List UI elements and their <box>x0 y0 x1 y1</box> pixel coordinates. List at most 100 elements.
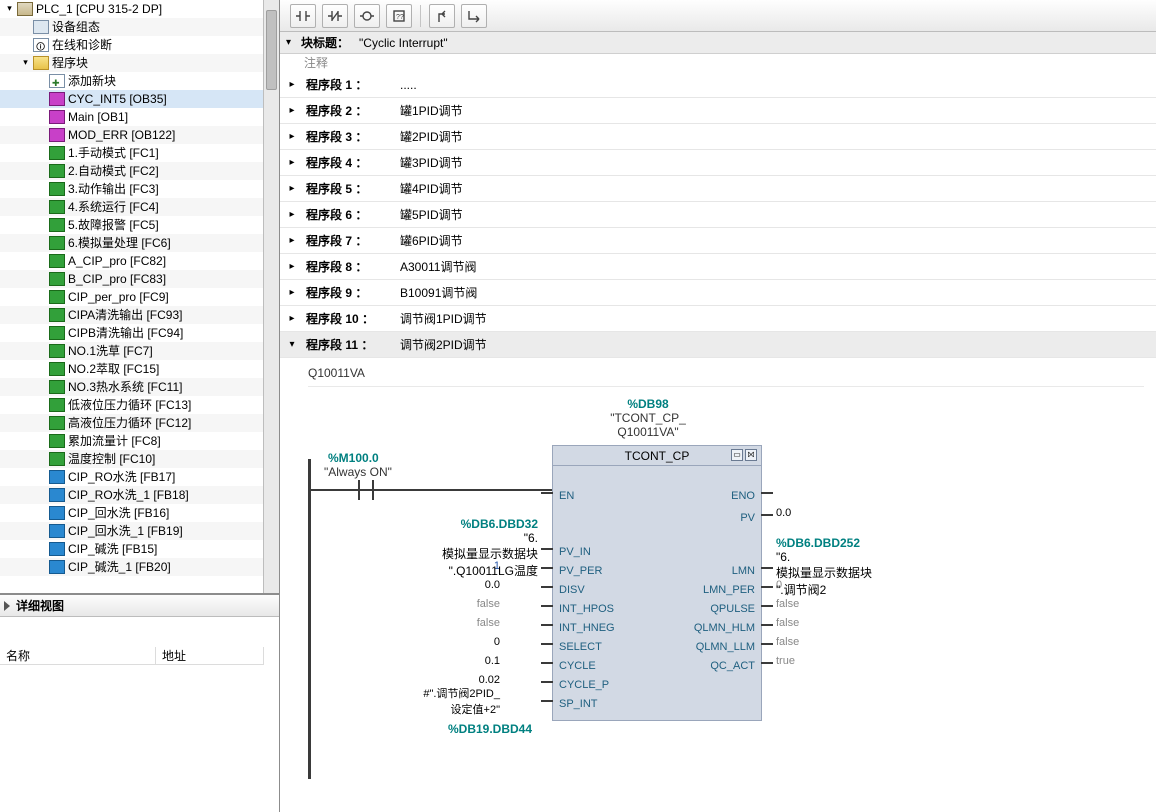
network-header[interactable]: ▸程序段 8 ：A30011调节阀 <box>280 254 1156 280</box>
tree-block-item[interactable]: 1.手动模式 [FC1] <box>0 144 264 162</box>
tree-scrollbar[interactable] <box>263 0 279 593</box>
tree-program-blocks[interactable]: 程序块 <box>0 54 264 72</box>
chart-icon[interactable]: ▭ <box>731 449 743 461</box>
detail-col-addr[interactable]: 地址 <box>156 647 264 665</box>
tree-block-item[interactable]: 5.故障报警 [FC5] <box>0 216 264 234</box>
block-comment[interactable]: 注释 <box>280 54 1156 72</box>
fb-pin-value[interactable]: 0 <box>380 636 500 648</box>
tree-block-item[interactable]: CIPB清洗输出 [FC94] <box>0 324 264 342</box>
tree-block-item[interactable]: CIP_碱洗 [FB15] <box>0 540 264 558</box>
tree-block-item[interactable]: 2.自动模式 [FC2] <box>0 162 264 180</box>
close-branch-button[interactable] <box>461 4 487 28</box>
no-contact[interactable] <box>348 480 384 500</box>
network-title[interactable]: 罐6PID调节 <box>400 232 463 249</box>
network-header[interactable]: ▸程序段 3 ：罐2PID调节 <box>280 124 1156 150</box>
caret-right-icon[interactable]: ▸ <box>286 79 298 90</box>
fc-icon <box>49 308 65 322</box>
fb-pin-value[interactable]: 0.1 <box>380 655 500 667</box>
tree-block-item[interactable]: 低液位压力循环 [FC13] <box>0 396 264 414</box>
network-header[interactable]: ▸程序段 7 ：罐6PID调节 <box>280 228 1156 254</box>
fc-icon <box>49 326 65 340</box>
tree-block-item[interactable]: 累加流量计 [FC8] <box>0 432 264 450</box>
insert-nc-contact-button[interactable] <box>322 4 348 28</box>
network-title[interactable]: 罐2PID调节 <box>400 128 463 145</box>
tree-block-item[interactable]: CIP_回水洗_1 [FB19] <box>0 522 264 540</box>
caret-right-icon[interactable]: ▸ <box>286 105 298 116</box>
tree-block-item[interactable]: 6.模拟量处理 [FC6] <box>0 234 264 252</box>
caret-right-icon[interactable]: ▸ <box>286 183 298 194</box>
detail-view-body: 名称 地址 <box>0 617 279 812</box>
tree-block-item[interactable]: CIP_per_pro [FC9] <box>0 288 264 306</box>
expand-icon[interactable] <box>20 58 31 69</box>
caret-right-icon[interactable]: ▸ <box>286 131 298 142</box>
caret-down-icon[interactable]: ▾ <box>286 339 298 350</box>
block-title-row[interactable]: ▾ 块标题： "Cyclic Interrupt" <box>280 32 1156 54</box>
insert-no-contact-button[interactable] <box>290 4 316 28</box>
block-title-value[interactable]: "Cyclic Interrupt" <box>359 36 448 50</box>
network-title[interactable]: 罐1PID调节 <box>400 102 463 119</box>
fb-pin-value[interactable]: false <box>776 617 916 629</box>
network-title[interactable]: 罐3PID调节 <box>400 154 463 171</box>
tree-block-item[interactable]: Main [OB1] <box>0 108 264 126</box>
insert-coil-button[interactable] <box>354 4 380 28</box>
network-title[interactable]: 罐5PID调节 <box>400 206 463 223</box>
network-title[interactable]: 调节阀2PID调节 <box>400 336 487 353</box>
caret-right-icon[interactable]: ▸ <box>286 261 298 272</box>
caret-right-icon[interactable]: ▸ <box>286 313 298 324</box>
tree-add-new-block[interactable]: 添加新块 <box>0 72 264 90</box>
tree-device-config[interactable]: 设备组态 <box>0 18 264 36</box>
fb-pin-value[interactable]: 0.0 <box>776 507 916 519</box>
tree-block-item[interactable]: CIPA清洗输出 [FC93] <box>0 306 264 324</box>
fb-pin-value[interactable]: false <box>380 617 500 629</box>
network-header[interactable]: ▸程序段 1 ：..... <box>280 72 1156 98</box>
network-header[interactable]: ▸程序段 10 ：调节阀1PID调节 <box>280 306 1156 332</box>
tree-block-item[interactable]: CIP_RO水洗_1 [FB18] <box>0 486 264 504</box>
network-header[interactable]: ▸程序段 9 ：B10091调节阀 <box>280 280 1156 306</box>
tree-block-item[interactable]: 温度控制 [FC10] <box>0 450 264 468</box>
fb-pin-value[interactable]: true <box>776 655 916 667</box>
network-title[interactable]: A30011调节阀 <box>400 258 476 275</box>
insert-box-button[interactable]: ?? <box>386 4 412 28</box>
fb-pin-right: QPULSE <box>710 603 755 615</box>
network-header[interactable]: ▸程序段 5 ：罐4PID调节 <box>280 176 1156 202</box>
network-title[interactable]: ..... <box>400 78 417 92</box>
tree-block-item[interactable]: CIP_回水洗 [FB16] <box>0 504 264 522</box>
tree-block-item[interactable]: 3.动作输出 [FC3] <box>0 180 264 198</box>
tree-block-item[interactable]: 高液位压力循环 [FC12] <box>0 414 264 432</box>
expand-icon[interactable] <box>4 4 15 15</box>
fb-pin-value[interactable]: #".调节阀2PID_设定值+2" <box>380 685 500 717</box>
network-header[interactable]: ▸程序段 2 ：罐1PID调节 <box>280 98 1156 124</box>
tree-block-item[interactable]: 4.系统运行 [FC4] <box>0 198 264 216</box>
tree-block-item[interactable]: A_CIP_pro [FC82] <box>0 252 264 270</box>
detail-view-header[interactable]: 详细视图 <box>0 595 279 617</box>
tree-block-item[interactable]: NO.2萃取 [FC15] <box>0 360 264 378</box>
fb-pin-value[interactable]: false <box>380 598 500 610</box>
fb-box[interactable]: TCONT_CP▭⨝ENPV_INPV_PERDISVINT_HPOSINT_H… <box>552 445 762 721</box>
tree-block-item[interactable]: NO.3热水系统 [FC11] <box>0 378 264 396</box>
caret-right-icon[interactable]: ▸ <box>286 287 298 298</box>
binoculars-icon[interactable]: ⨝ <box>745 449 757 461</box>
caret-right-icon[interactable]: ▸ <box>286 235 298 246</box>
network-header[interactable]: ▸程序段 4 ：罐3PID调节 <box>280 150 1156 176</box>
open-branch-button[interactable] <box>429 4 455 28</box>
tree-block-item[interactable]: NO.1洗草 [FC7] <box>0 342 264 360</box>
fb-pin-left: SP_INT <box>559 698 598 710</box>
tree-block-item[interactable]: CIP_碱洗_1 [FB20] <box>0 558 264 576</box>
tree-plc-root[interactable]: PLC_1 [CPU 315-2 DP] <box>0 0 264 18</box>
caret-right-icon[interactable]: ▸ <box>286 157 298 168</box>
fb-pin-value[interactable]: false <box>776 636 916 648</box>
tree-block-item[interactable]: CYC_INT5 [OB35] <box>0 90 264 108</box>
tree-block-item[interactable]: MOD_ERR [OB122] <box>0 126 264 144</box>
tree-block-item[interactable]: CIP_RO水洗 [FB17] <box>0 468 264 486</box>
fb-pin-value[interactable]: false <box>776 598 916 610</box>
tree-online-diag[interactable]: 在线和诊断 <box>0 36 264 54</box>
tree-block-item[interactable]: B_CIP_pro [FC83] <box>0 270 264 288</box>
network-title[interactable]: 调节阀1PID调节 <box>400 310 487 327</box>
caret-right-icon[interactable]: ▸ <box>286 209 298 220</box>
network-header[interactable]: ▾程序段 11 ：调节阀2PID调节 <box>280 332 1156 358</box>
detail-col-name[interactable]: 名称 <box>0 647 156 665</box>
fb-pin-value[interactable]: 0.0 <box>380 579 500 591</box>
network-header[interactable]: ▸程序段 6 ：罐5PID调节 <box>280 202 1156 228</box>
network-title[interactable]: B10091调节阀 <box>400 284 477 301</box>
network-title[interactable]: 罐4PID调节 <box>400 180 463 197</box>
